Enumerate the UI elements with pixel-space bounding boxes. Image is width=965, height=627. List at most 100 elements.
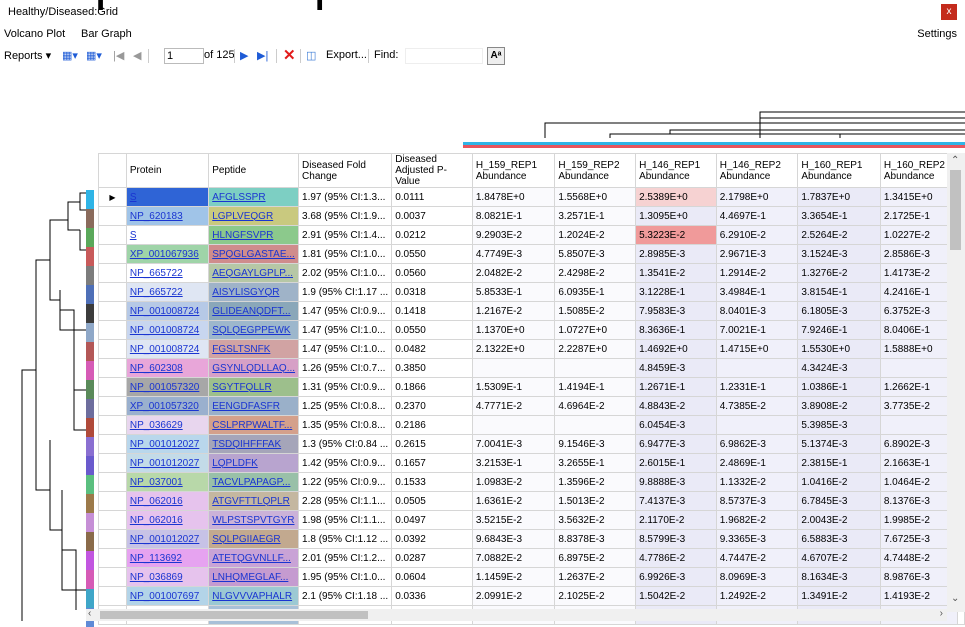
menu-volcano-plot[interactable]: Volcano Plot [4,28,65,40]
menu-bar-graph[interactable]: Bar Graph [81,28,132,40]
table-row[interactable]: NP_001057320 SGYTFQLLR 1.31 (95% CI:0.9...… [98,377,965,397]
cell-peptide[interactable]: LGPLVEQGR [208,206,300,226]
cell-protein[interactable]: S [125,225,210,245]
cell-peptide[interactable]: AEQGAYLGPLP... [208,263,300,283]
cell-protein[interactable]: NP_665722 [125,282,210,302]
page-number-input[interactable]: 1 [164,48,204,64]
column-header-p-value[interactable]: Diseased Adjusted P-Value [391,153,473,188]
protein-link[interactable]: NP_001012027 [130,458,200,469]
protein-link[interactable]: S [130,230,137,241]
peptide-link[interactable]: TACVLPAPAGP... [212,477,290,488]
export-button[interactable]: Export... [326,49,367,61]
row-selector[interactable] [98,225,127,245]
column-header-h146-rep1[interactable]: H_146_REP1 Abundance [635,153,717,188]
table-row[interactable]: NP_036869 LNHQMEGLAF... 1.95 (95% CI:1.0..… [98,567,965,587]
peptide-link[interactable]: WLPSTSPVTGYR [212,515,294,526]
cell-protein[interactable]: NP_001008724 [125,301,210,321]
table-row[interactable]: NP_001008724 GLIDEANQDFT... 1.47 (95% CI:0… [98,301,965,321]
row-selector[interactable] [98,358,127,378]
scroll-up-icon[interactable]: ⌃ [951,155,959,166]
cell-protein[interactable]: NP_062016 [125,491,210,511]
table-row[interactable]: NP_001012027 SQLPGIIAEGR 1.8 (95% CI:1.12 … [98,529,965,549]
peptide-link[interactable]: LGPLVEQGR [212,211,273,222]
column-header-peptide[interactable]: Peptide [208,153,300,188]
row-selector[interactable] [98,529,127,549]
menu-settings[interactable]: Settings [917,28,957,40]
peptide-link[interactable]: LQPLDFK [212,458,258,469]
row-selector[interactable] [98,339,127,359]
table-row[interactable]: NP_665722 AEQGAYLGPLP... 2.02 (95% CI:1.0.… [98,263,965,283]
protein-link[interactable]: NP_062016 [130,496,183,507]
row-selector[interactable] [98,415,127,435]
next-page-icon[interactable]: ▶ [240,49,248,62]
cell-peptide[interactable]: EENGDFASFR [208,396,300,416]
cell-peptide[interactable]: ATETQGVNLLF... [208,548,300,568]
column-header-h160-rep2[interactable]: H_160_REP2 Abundance [879,153,959,188]
cell-protein[interactable]: NP_620183 [125,206,210,226]
cell-protein[interactable]: NP_602308 [125,358,210,378]
reports-dropdown[interactable]: Reports ▾ [4,49,51,62]
table-row[interactable]: NP_602308 GSYNLQDLLAQ... 1.26 (95% CI:0.7.… [98,358,965,378]
table-row[interactable]: XP_001067936 SPQGLGASTAE... 1.81 (95% CI:1… [98,244,965,264]
peptide-link[interactable]: SGYTFQLLR [212,382,271,393]
cell-protein[interactable]: XP_001057320 [125,396,210,416]
row-selector[interactable] [98,567,127,587]
cell-peptide[interactable]: CSLPRPWALTF... [208,415,300,435]
table-row[interactable]: NP_037001 TACVLPAPAGP... 1.22 (95% CI:0.9.… [98,472,965,492]
peptide-link[interactable]: SQLQEGPPEWK [212,325,290,336]
peptide-link[interactable]: EENGDFASFR [212,401,280,412]
row-selector[interactable] [98,396,127,416]
protein-link[interactable]: NP_001012027 [130,439,200,450]
peptide-link[interactable]: CSLPRPWALTF... [212,420,292,431]
scrollbar-thumb[interactable] [100,611,368,619]
column-header-h159-rep1[interactable]: H_159_REP1 Abundance [471,153,556,188]
row-selector[interactable] [98,301,127,321]
row-selector[interactable] [98,472,127,492]
table-row[interactable]: XP_001057320 EENGDFASFR 1.25 (95% CI:0.8..… [98,396,965,416]
table-row[interactable]: NP_062016 WLPSTSPVTGYR 1.98 (95% CI:1.1...… [98,510,965,530]
peptide-link[interactable]: SPQGLGASTAE... [212,249,295,260]
peptide-link[interactable]: AEQGAYLGPLP... [212,268,293,279]
table-row[interactable]: NP_036629 CSLPRPWALTF... 1.35 (95% CI:0.8.… [98,415,965,435]
protein-link[interactable]: NP_062016 [130,515,183,526]
table-row[interactable]: NP_001007697 NLGVVVAPHALR 2.1 (95% CI:1.18… [98,586,965,606]
table-row[interactable]: NP_062016 ATGVFTTLQPLR 2.28 (95% CI:1.1...… [98,491,965,511]
protein-link[interactable]: NP_001008724 [130,344,200,355]
cell-protein[interactable]: NP_001012027 [125,529,210,549]
cell-protein[interactable]: NP_062016 [125,510,210,530]
cell-protein[interactable]: NP_001007697 [125,586,210,606]
cell-protein[interactable]: NP_001008724 [125,320,210,340]
protein-link[interactable]: NP_602308 [130,363,183,374]
row-selector[interactable] [98,434,127,454]
cell-protein[interactable]: NP_113692 [125,548,210,568]
peptide-link[interactable]: HLNGFSVPR [212,230,273,241]
cell-protein[interactable]: NP_665722 [125,263,210,283]
cell-protein[interactable]: NP_001012027 [125,453,210,473]
peptide-link[interactable]: GSYNLQDLLAQ... [212,363,295,374]
row-selector[interactable] [98,453,127,473]
cell-peptide[interactable]: AFGLSSPR [208,187,300,207]
vertical-scrollbar[interactable]: ⌃ ⌄ [947,153,965,612]
row-selector[interactable] [98,586,127,606]
row-selector[interactable] [98,320,127,340]
column-header-h146-rep2[interactable]: H_146_REP2 Abundance [715,153,799,188]
peptide-link[interactable]: FGSLTSNFK [212,344,270,355]
peptide-link[interactable]: NLGVVVAPHALR [212,591,292,602]
horizontal-scrollbar[interactable]: ‹ › [86,608,947,621]
protein-link[interactable]: NP_001008724 [130,325,200,336]
cell-peptide[interactable]: TACVLPAPAGP... [208,472,300,492]
protein-link[interactable]: XP_001057320 [130,401,199,412]
column-header-fold-change[interactable]: Diseased Fold Change [298,153,393,188]
scroll-left-icon[interactable]: ‹ [88,608,91,619]
row-selector[interactable] [98,206,127,226]
first-page-icon[interactable]: |◀ [113,49,124,62]
protein-link[interactable]: S [130,192,137,203]
cell-protein[interactable]: NP_036629 [125,415,210,435]
cell-peptide[interactable]: AISYLISGYQR [208,282,300,302]
peptide-link[interactable]: TSDQIHFFFAK [212,439,281,450]
cell-peptide[interactable]: LNHQMEGLAF... [208,567,300,587]
cell-peptide[interactable]: FGSLTSNFK [208,339,300,359]
scroll-right-icon[interactable]: › [940,608,943,619]
stop-icon[interactable]: ✕ [283,46,296,64]
find-input[interactable] [405,48,483,64]
